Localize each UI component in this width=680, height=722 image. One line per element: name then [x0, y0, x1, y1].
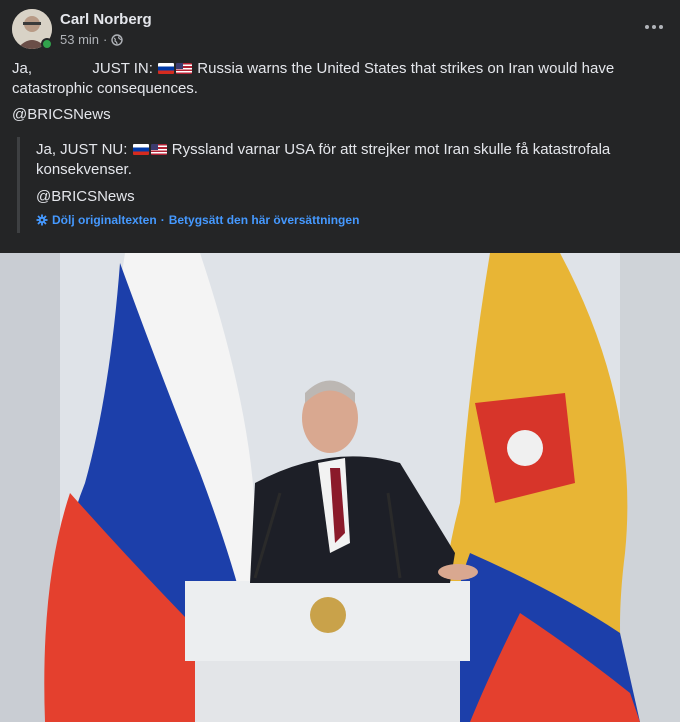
translation-handle: @BRICSNews — [36, 188, 135, 205]
more-options-icon[interactable] — [642, 17, 666, 37]
feed-post: Carl Norberg 53 min · Ja, JUST IN: Russi… — [0, 0, 680, 722]
post-header: Carl Norberg 53 min · — [12, 9, 668, 50]
author-name[interactable]: Carl Norberg — [60, 11, 152, 28]
online-status-dot — [41, 38, 53, 50]
flag-russia-icon — [158, 63, 175, 74]
translation-line2: konsekvenser. — [36, 161, 132, 178]
post-text-line2: catastrophic consequences. — [12, 80, 198, 97]
flag-usa-icon — [150, 144, 167, 155]
post-text-main: JUST IN: — [92, 60, 153, 77]
translation-block: Ja, JUST NU: Ryssland varnar USA för att… — [17, 137, 657, 233]
meta-separator: · — [103, 32, 108, 47]
actions-separator: · — [160, 213, 165, 227]
post-text-prefix: Ja, — [12, 60, 33, 77]
translate-gear-icon — [36, 214, 48, 226]
rate-translation-link[interactable]: Betygsätt den här översättningen — [169, 213, 360, 227]
hide-original-link[interactable]: Dölj originaltexten — [52, 213, 157, 227]
post-text: Ja, JUST IN: Russia warns the United Sta… — [12, 59, 652, 99]
post-text-body: Russia warns the United States that stri… — [197, 60, 615, 77]
globe-icon — [111, 33, 124, 46]
translation-prefix: Ja, JUST NU: — [36, 141, 128, 158]
post-meta: 53 min · — [60, 32, 124, 47]
post-photo[interactable] — [0, 253, 680, 722]
translation-actions: Dölj originaltexten · Betygsätt den här … — [36, 213, 657, 227]
flag-usa-icon — [176, 63, 193, 74]
translation-body: Ryssland varnar USA för att strejker mot… — [171, 141, 611, 158]
post-handle: @BRICSNews — [12, 106, 111, 123]
flag-russia-icon — [132, 144, 149, 155]
post-timestamp[interactable]: 53 min — [60, 32, 99, 47]
